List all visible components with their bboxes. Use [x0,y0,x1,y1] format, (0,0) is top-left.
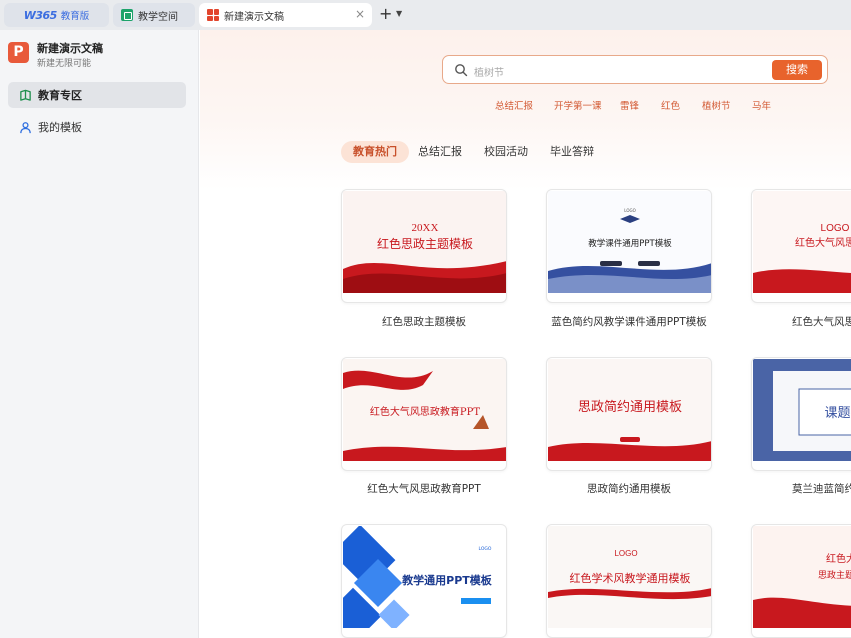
tab-wps-education[interactable]: W365 教育版 [4,3,109,27]
sidebar-item-label: 我的模板 [38,121,82,134]
search-icon [455,64,468,77]
category-tab-graduation[interactable]: 毕业答辩 [538,141,606,163]
hot-keyword[interactable]: 红色 [661,98,680,112]
sidebar-item-my-templates[interactable]: 我的模板 [8,114,186,140]
hot-keyword[interactable]: 雷锋 [620,98,639,112]
search-button[interactable]: 搜索 [772,60,822,80]
thumb-title: 红色思政主题模板 [377,236,473,251]
template-name[interactable]: 蓝色简约风教学课件通用PPT模板 [519,314,739,329]
thumb-title: 红色学术风教学通用模板 [570,571,691,585]
template-thumbnail: 红色大 思政主题教育 [753,526,851,628]
thumb-title: 教学通用PPT模板 [401,573,493,587]
template-card[interactable]: 红色大 思政主题教育 [751,524,851,638]
thumb-title: 思政简约通用模板 [578,399,682,415]
thumb-title: 课题报告书 [824,406,851,421]
hot-keyword[interactable]: 总结汇报 [495,98,533,112]
thumb-title: 红色大 [826,552,851,565]
thumb-year: 20XX [412,222,439,234]
tab-teaching-space[interactable]: 教学空间 [113,3,195,27]
template-card[interactable]: 思政简约通用模板 [546,357,712,471]
chevron-down-icon[interactable]: ▼ [396,9,402,18]
template-card[interactable]: 20XX 红色思政主题模板 [341,189,507,303]
template-name[interactable]: 红色思政主题模板 [314,314,534,329]
wps-logo: W365 [23,8,58,22]
tab-label: 新建演示文稿 [224,11,284,23]
template-name[interactable]: 思政简约通用模板 [519,481,739,496]
sidebar: P 新建演示文稿 新建无限可能 教育专区 我的模板 [0,30,199,638]
template-thumbnail: LOGO 红色大气风思政教 [753,191,851,293]
tab-label: 教学空间 [138,11,178,23]
thumb-title: 红色大气风思政教 [795,236,851,249]
template-thumbnail: 20XX 红色思政主题模板 [343,191,506,293]
thumb-title: 红色大气风思政教育PPT [370,405,480,418]
template-name[interactable]: 红色大气风思政教育PPT [314,481,534,496]
hot-keyword[interactable]: 开学第一课 [554,98,602,112]
app-subtitle: 新建无限可能 [37,59,92,69]
presentation-icon [207,9,219,21]
sidebar-item-label: 教育专区 [38,89,82,102]
template-thumbnail: LOGO 教学课件通用PPT模板 [548,191,711,293]
hot-keyword[interactable]: 马年 [752,98,771,112]
thumb-title: 教学课件通用PPT模板 [588,238,672,249]
template-name[interactable]: 莫兰迪蓝简约风课 [724,481,851,496]
user-icon [20,121,31,133]
thumb-logo: LOGO [614,549,637,558]
tab-new-presentation[interactable]: 新建演示文稿 × [199,3,372,27]
hot-keyword[interactable]: 植树节 [702,98,731,112]
template-thumbnail: 课题报告书 [753,359,851,461]
close-icon[interactable]: × [355,7,365,21]
template-thumbnail: 思政简约通用模板 [548,359,711,461]
template-card[interactable]: LOGO 红色学术风教学通用模板 [546,524,712,638]
template-card[interactable]: 红色大气风思政教育PPT [341,357,507,471]
thumb-logo: LOGO [624,208,635,213]
category-tab-education-hot[interactable]: 教育热门 [341,141,409,163]
tab-label: 教育版 [60,11,90,22]
category-tab-campus[interactable]: 校园活动 [472,141,540,163]
add-tab-button[interactable]: + [379,5,392,23]
app-title: 新建演示文稿 [37,42,103,55]
search-box[interactable]: 植树节 搜索 [442,55,828,84]
book-icon [20,89,31,101]
template-card[interactable]: LOGO 教学课件通用PPT模板 [546,189,712,303]
template-thumbnail: 红色大气风思政教育PPT [343,359,506,461]
main-content: 植树节 搜索 总结汇报 开学第一课 雷锋 红色 植树节 马年 教育热门 总结汇报… [200,30,851,638]
search-input[interactable]: 植树节 [474,64,504,79]
thumb-subtitle: 思政主题教育 [818,569,851,581]
thumb-logo: LOGO [479,546,492,552]
presentation-app-icon: P [8,42,29,63]
template-card[interactable]: 课题报告书 [751,357,851,471]
template-thumbnail: LOGO 红色学术风教学通用模板 [548,526,711,628]
thumb-logo: LOGO [821,223,850,234]
template-card[interactable]: LOGO 教学通用PPT模板 [341,524,507,638]
template-name[interactable]: 红色大气风思政教 [724,314,851,329]
tab-bar: W365 教育版 教学空间 新建演示文稿 × + ▼ [0,0,851,30]
teaching-space-icon [121,9,133,21]
template-thumbnail: LOGO 教学通用PPT模板 [343,526,506,628]
template-card[interactable]: LOGO 红色大气风思政教 [751,189,851,303]
category-tab-summary[interactable]: 总结汇报 [406,141,474,163]
sidebar-item-education[interactable]: 教育专区 [8,82,186,108]
